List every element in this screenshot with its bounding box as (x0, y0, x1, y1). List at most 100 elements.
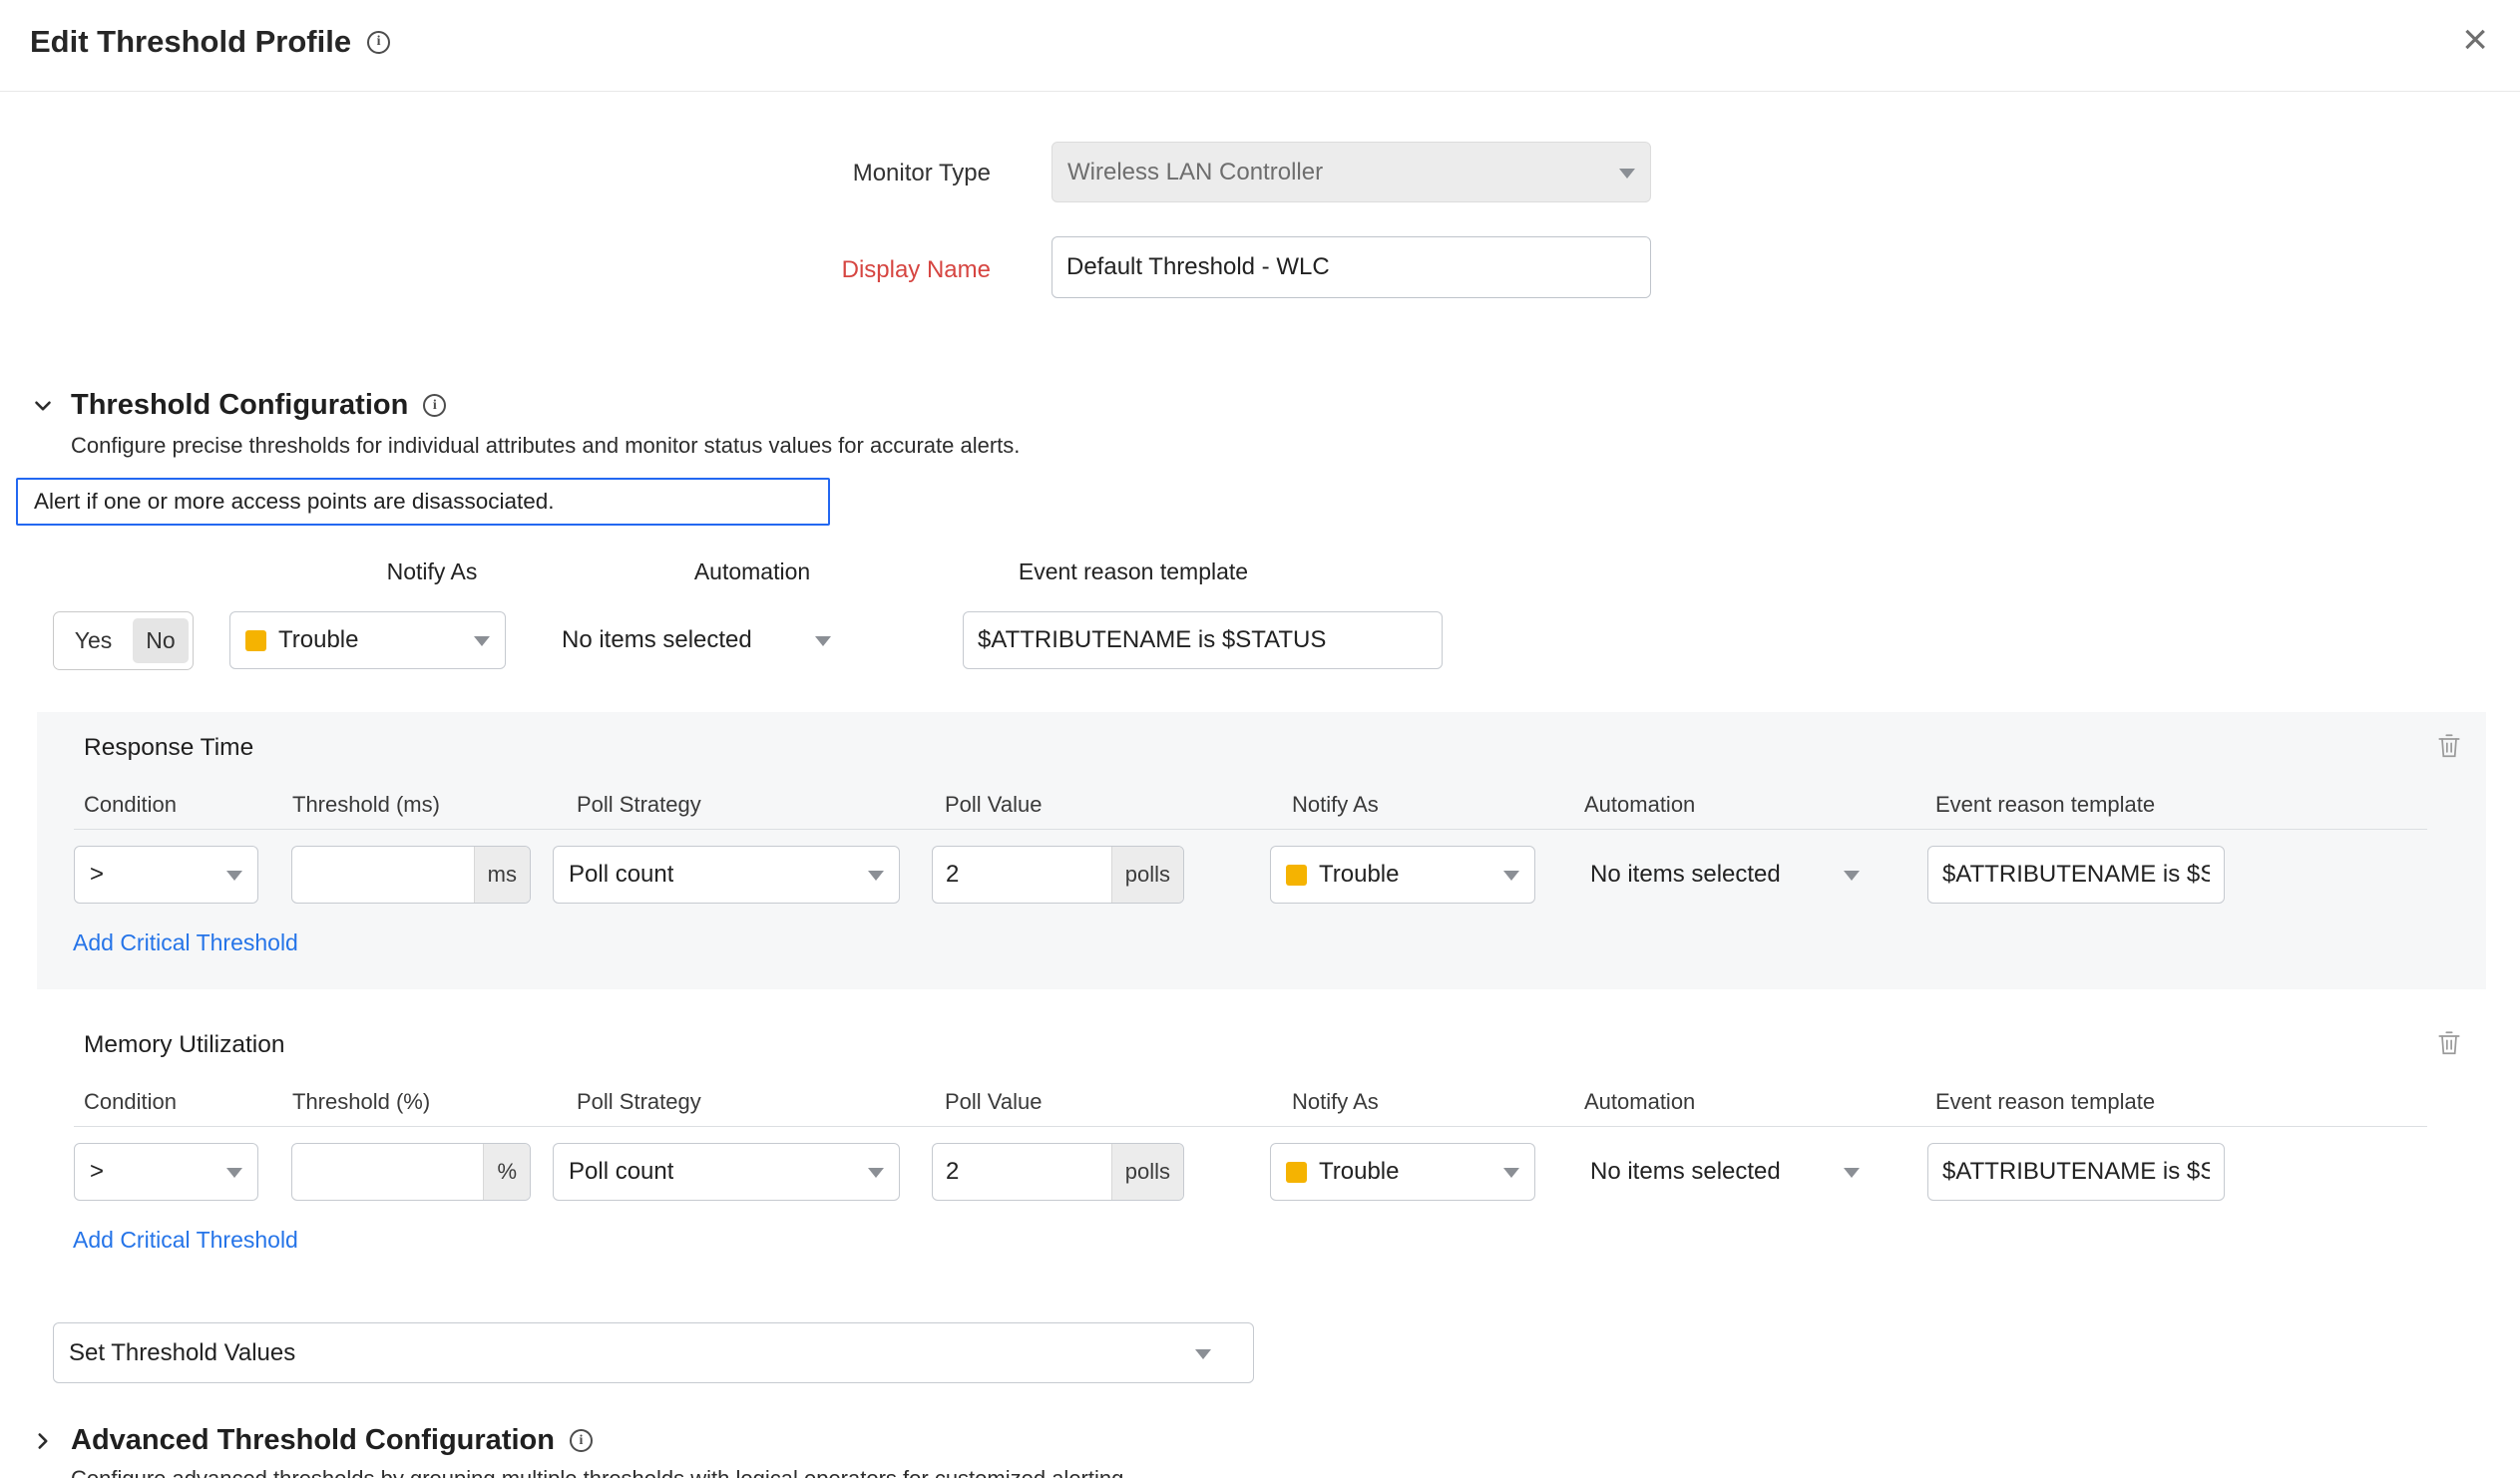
trash-icon (2436, 732, 2462, 760)
toggle-yes-button[interactable]: Yes (54, 618, 133, 663)
section-title: Memory Utilization (84, 1031, 285, 1059)
notify-as-value: Trouble (1319, 1158, 1399, 1186)
column-header-condition: Condition (84, 1089, 177, 1115)
monitor-type-label: Monitor Type (638, 160, 991, 187)
chevron-down-icon (1503, 871, 1519, 881)
display-name-input[interactable] (1051, 236, 1651, 298)
automation-value: No items selected (1590, 1158, 1781, 1186)
edit-threshold-profile-dialog: Edit Threshold Profile i × Monitor Type … (0, 0, 2520, 1478)
section-title: Response Time (84, 734, 253, 762)
automation-dropdown[interactable]: No items selected (1575, 846, 1875, 904)
info-icon[interactable]: i (423, 394, 446, 417)
set-threshold-values-label: Set Threshold Values (69, 1339, 295, 1367)
notify-as-value: Trouble (1319, 861, 1399, 889)
chevron-down-icon (1619, 169, 1635, 179)
poll-value-input-group: polls (932, 846, 1184, 904)
poll-strategy-value: Poll count (569, 861, 673, 889)
poll-strategy-dropdown[interactable]: Poll count (553, 846, 900, 904)
column-header-poll-value: Poll Value (945, 1089, 1042, 1115)
alert-message-field[interactable]: Alert if one or more access points are d… (16, 478, 830, 526)
close-icon[interactable]: × (2462, 18, 2488, 62)
column-header-event-reason: Event reason template (1935, 1089, 2155, 1115)
chevron-down-icon (226, 871, 242, 881)
condition-dropdown[interactable]: > (74, 846, 258, 904)
condition-value: > (90, 1158, 104, 1186)
column-header-threshold: Threshold (ms) (292, 792, 440, 818)
event-reason-input[interactable] (963, 611, 1443, 669)
dialog-header: Edit Threshold Profile i × (0, 0, 2520, 92)
column-header-poll-value: Poll Value (945, 792, 1042, 818)
chevron-right-icon (30, 1428, 56, 1454)
notify-as-dropdown[interactable]: Trouble (229, 611, 506, 669)
threshold-section-response-time: Response Time Condition Threshold (ms) P… (37, 712, 2486, 989)
automation-dropdown[interactable]: No items selected (547, 611, 846, 669)
event-reason-input[interactable] (1927, 846, 2225, 904)
toggle-no-button[interactable]: No (133, 618, 189, 663)
section-heading: Advanced Threshold Configuration (71, 1424, 555, 1457)
threshold-input-group: ms (291, 846, 531, 904)
column-header-poll-strategy: Poll Strategy (577, 792, 701, 818)
display-name-label: Display Name (638, 256, 991, 284)
column-header-condition: Condition (84, 792, 177, 818)
column-header-poll-strategy: Poll Strategy (577, 1089, 701, 1115)
threshold-input[interactable] (292, 847, 474, 903)
poll-value-input-group: polls (932, 1143, 1184, 1201)
info-icon[interactable]: i (367, 31, 390, 54)
divider (74, 829, 2427, 830)
add-critical-threshold-link[interactable]: Add Critical Threshold (73, 1227, 298, 1254)
column-header-notify-as: Notify As (1292, 1089, 1379, 1115)
advanced-threshold-configuration-header[interactable]: Advanced Threshold Configuration i (30, 1424, 593, 1457)
trouble-color-swatch (1286, 865, 1307, 886)
automation-dropdown[interactable]: No items selected (1575, 1143, 1875, 1201)
poll-value-input[interactable] (933, 847, 1111, 903)
add-critical-threshold-link[interactable]: Add Critical Threshold (73, 929, 298, 956)
event-reason-input[interactable] (1927, 1143, 2225, 1201)
column-header-automation: Automation (694, 558, 810, 585)
page-title: Edit Threshold Profile (30, 24, 351, 60)
column-header-event-reason: Event reason template (1935, 792, 2155, 818)
yes-no-toggle: Yes No (53, 611, 194, 670)
delete-section-button[interactable] (2436, 732, 2462, 765)
notify-as-dropdown[interactable]: Trouble (1270, 1143, 1535, 1201)
condition-dropdown[interactable]: > (74, 1143, 258, 1201)
column-header-automation: Automation (1584, 792, 1695, 818)
column-header-notify-as: Notify As (387, 558, 478, 585)
chevron-down-icon (1844, 1168, 1860, 1178)
condition-value: > (90, 861, 104, 889)
chevron-down-icon (1503, 1168, 1519, 1178)
monitor-type-value: Wireless LAN Controller (1067, 159, 1323, 186)
chevron-down-icon (868, 1168, 884, 1178)
poll-value-input[interactable] (933, 1144, 1111, 1200)
automation-value: No items selected (1590, 861, 1781, 889)
poll-strategy-dropdown[interactable]: Poll count (553, 1143, 900, 1201)
threshold-unit-label: % (483, 1144, 530, 1200)
trouble-color-swatch (245, 630, 266, 651)
set-threshold-values-dropdown[interactable]: Set Threshold Values (53, 1322, 1254, 1383)
column-header-event-reason: Event reason template (1019, 558, 1248, 585)
threshold-configuration-header[interactable]: Threshold Configuration i (30, 389, 446, 422)
threshold-input[interactable] (292, 1144, 483, 1200)
info-icon[interactable]: i (570, 1429, 593, 1452)
threshold-configuration-description: Configure precise thresholds for individ… (71, 433, 1020, 459)
trouble-color-swatch (1286, 1162, 1307, 1183)
threshold-unit-label: ms (474, 847, 530, 903)
poll-unit-label: polls (1111, 847, 1183, 903)
threshold-section-memory-utilization: Memory Utilization Condition Threshold (… (37, 1009, 2486, 1287)
chevron-down-icon (1195, 1349, 1211, 1359)
poll-strategy-value: Poll count (569, 1158, 673, 1186)
chevron-down-icon (474, 636, 490, 646)
column-header-notify-as: Notify As (1292, 792, 1379, 818)
chevron-down-icon (1844, 871, 1860, 881)
automation-value: No items selected (562, 626, 752, 654)
divider (74, 1126, 2427, 1127)
section-heading: Threshold Configuration (71, 389, 408, 422)
chevron-down-icon (226, 1168, 242, 1178)
alert-message-text: Alert if one or more access points are d… (34, 489, 555, 515)
chevron-down-icon (815, 636, 831, 646)
advanced-configuration-description: Configure advanced thresholds by groupin… (71, 1466, 1129, 1478)
delete-section-button[interactable] (2436, 1029, 2462, 1062)
monitor-type-dropdown[interactable]: Wireless LAN Controller (1051, 142, 1651, 202)
notify-as-dropdown[interactable]: Trouble (1270, 846, 1535, 904)
trash-icon (2436, 1029, 2462, 1057)
column-header-automation: Automation (1584, 1089, 1695, 1115)
